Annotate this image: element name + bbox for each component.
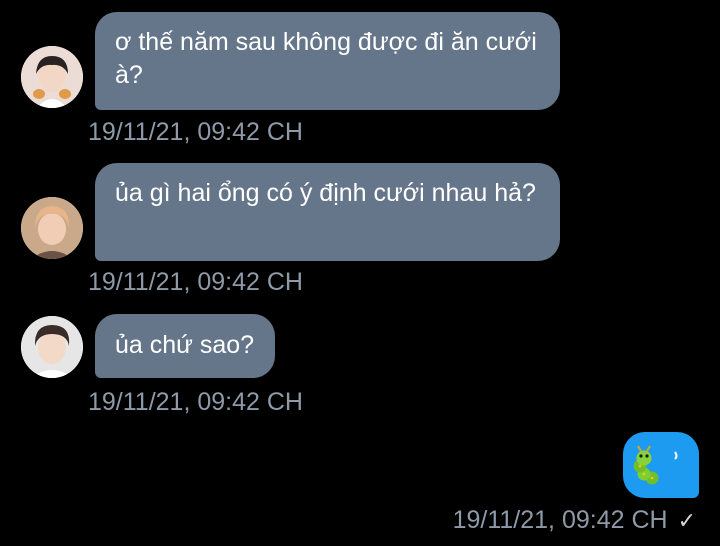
message-timestamp: 19/11/21, 09:42 CH — [88, 388, 303, 416]
sender-avatar[interactable] — [21, 316, 83, 378]
sender-avatar[interactable] — [21, 46, 83, 108]
message-bubble[interactable]: ủa chứ sao? — [95, 314, 275, 378]
outgoing-timestamp: 19/11/21, 09:42 CH — [452, 506, 668, 534]
outgoing-timestamp-row: 19/11/21, 09:42 CH ✓ — [453, 505, 696, 536]
message-text: ủa chứ sao? — [115, 331, 255, 359]
caterpillar-emoji — [633, 445, 678, 485]
outgoing-message-bubble[interactable] — [623, 432, 699, 498]
message-bubble[interactable]: ủa gì hai ổng có ý định cưới nhau hả? — [95, 163, 560, 261]
message-text: ủa gì hai ổng có ý định cưới nhau hả? — [115, 179, 536, 207]
checkmark-icon: ✓ — [677, 508, 696, 533]
message-text: ơ thế năm sau không được đi ăn cưới à? — [115, 28, 537, 89]
message-timestamp: 19/11/21, 09:42 CH — [88, 268, 303, 296]
message-bubble[interactable]: ơ thế năm sau không được đi ăn cưới à? — [95, 12, 560, 110]
message-timestamp: 19/11/21, 09:42 CH — [88, 118, 303, 146]
sender-avatar[interactable] — [21, 197, 83, 259]
